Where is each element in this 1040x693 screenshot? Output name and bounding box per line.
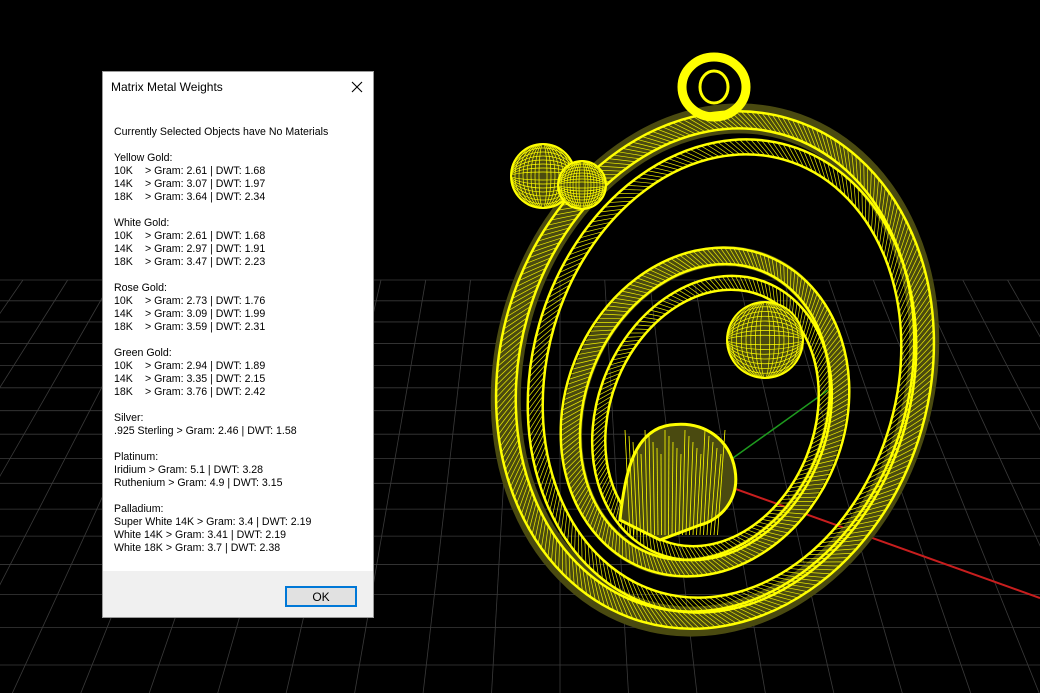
- weight-row-value: > Gram: 2.94 | DWT: 1.89: [145, 360, 266, 372]
- weight-row-value: > Gram: 3.09 | DWT: 1.99: [145, 308, 266, 320]
- metal-group: Platinum: Iridium > Gram: 5.1 | DWT: 3.28…: [114, 451, 367, 490]
- weight-row: 10K > Gram: 2.61 | DWT: 1.68: [114, 230, 367, 243]
- grid-line: [962, 279, 1040, 431]
- weight-row-label: White 18K: [114, 542, 163, 554]
- weight-row: Ruthenium > Gram: 4.9 | DWT: 3.15: [114, 477, 367, 490]
- weight-row: 14K > Gram: 3.07 | DWT: 1.97: [114, 178, 367, 191]
- weight-row-label: Iridium: [114, 464, 146, 476]
- metal-group-heading: Platinum:: [114, 451, 159, 463]
- weight-row-label: 10K: [114, 230, 133, 242]
- weight-row-value: > Gram: 3.41 | DWT: 2.19: [165, 529, 287, 541]
- weight-row: 18K > Gram: 3.59 | DWT: 2.31: [114, 321, 367, 334]
- weight-row-value: > Gram: 2.97 | DWT: 1.91: [145, 243, 266, 255]
- weight-row-value: > Gram: 2.46 | DWT: 1.58: [176, 425, 297, 437]
- weight-row: 10K > Gram: 2.73 | DWT: 1.76: [114, 295, 367, 308]
- metal-group-heading: White Gold:: [114, 217, 170, 229]
- weight-row-value: > Gram: 3.59 | DWT: 2.31: [145, 321, 266, 333]
- metal-group-heading: Silver:: [114, 412, 144, 424]
- weight-row: 18K > Gram: 3.76 | DWT: 2.42: [114, 386, 367, 399]
- weight-row-label: 18K: [114, 191, 133, 203]
- metal-group-heading: Green Gold:: [114, 347, 172, 359]
- grid-line: [0, 279, 24, 315]
- weight-row-value: > Gram: 3.4 | DWT: 2.19: [197, 516, 312, 528]
- weight-row-value: > Gram: 2.61 | DWT: 1.68: [145, 165, 266, 177]
- inner-ring-inner: [590, 274, 834, 562]
- weight-row-label: Super White 14K: [114, 516, 195, 528]
- weight-row-label: 14K: [114, 243, 133, 255]
- metal-group: Rose Gold: 10K > Gram: 2.73 | DWT: 1.76 14K…: [114, 282, 367, 334]
- weight-row-label: 14K: [114, 308, 133, 320]
- weight-row-value: > Gram: 5.1 | DWT: 3.28: [148, 464, 264, 476]
- weight-row-value: > Gram: 3.07 | DWT: 1.97: [145, 178, 266, 190]
- metal-group: Green Gold: 10K > Gram: 2.94 | DWT: 1.89 14…: [114, 347, 367, 399]
- weight-row-value: > Gram: 3.35 | DWT: 2.15: [145, 373, 266, 385]
- weight-row: 10K > Gram: 2.61 | DWT: 1.68: [114, 165, 367, 178]
- weight-row-label: 18K: [114, 256, 133, 268]
- weight-row-value: > Gram: 2.73 | DWT: 1.76: [145, 295, 266, 307]
- weight-row-label: 18K: [114, 386, 133, 398]
- metal-group-heading: Palladium:: [114, 503, 164, 515]
- weight-row-value: > Gram: 3.64 | DWT: 2.34: [145, 191, 266, 203]
- metal-group-heading: Yellow Gold:: [114, 152, 173, 164]
- weight-row-label: 14K: [114, 178, 133, 190]
- weight-row: .925 Sterling > Gram: 2.46 | DWT: 1.58: [114, 425, 367, 438]
- weight-row-value: > Gram: 3.47 | DWT: 2.23: [145, 256, 266, 268]
- status-message: Currently Selected Objects have No Mater…: [114, 126, 329, 138]
- center-hook: [618, 422, 738, 542]
- metal-weights-dialog: Matrix Metal Weights Currently Selected …: [102, 71, 374, 618]
- metal-group-heading: Rose Gold:: [114, 282, 167, 294]
- dialog-body: Currently Selected Objects have No Mater…: [114, 126, 367, 568]
- weight-row-label: 10K: [114, 165, 133, 177]
- weight-row: 18K > Gram: 3.64 | DWT: 2.34: [114, 191, 367, 204]
- grid-line: [0, 279, 113, 477]
- weight-row-label: 10K: [114, 360, 133, 372]
- weight-row-label: 18K: [114, 321, 133, 333]
- weight-row-label: 10K: [114, 295, 133, 307]
- weight-row: 10K > Gram: 2.94 | DWT: 1.89: [114, 360, 367, 373]
- weight-row-label: 14K: [114, 373, 133, 385]
- pendant-wireframe-model[interactable]: [436, 52, 994, 681]
- weight-row: 14K > Gram: 3.09 | DWT: 1.99: [114, 308, 367, 321]
- grid-line: [422, 279, 471, 693]
- metal-group: Palladium: Super White 14K > Gram: 3.4 | …: [114, 503, 367, 555]
- weight-row-value: > Gram: 2.61 | DWT: 1.68: [145, 230, 266, 242]
- close-button[interactable]: [345, 76, 369, 98]
- weight-row: 18K > Gram: 3.47 | DWT: 2.23: [114, 256, 367, 269]
- ok-button[interactable]: OK: [285, 586, 357, 607]
- sphere-right: [726, 301, 804, 379]
- sphere-left-small: [557, 160, 607, 210]
- metal-groups: Yellow Gold: 10K > Gram: 2.61 | DWT: 1.68 1…: [114, 152, 367, 555]
- weight-row-label: .925 Sterling: [114, 425, 174, 437]
- weight-row: Iridium > Gram: 5.1 | DWT: 3.28: [114, 464, 367, 477]
- weight-row-label: White 14K: [114, 529, 163, 541]
- weight-row: 14K > Gram: 2.97 | DWT: 1.91: [114, 243, 367, 256]
- weight-row-value: > Gram: 3.76 | DWT: 2.42: [145, 386, 266, 398]
- weight-row-label: Ruthenium: [114, 477, 166, 489]
- dialog-title: Matrix Metal Weights: [111, 80, 223, 94]
- weight-row-value: > Gram: 4.9 | DWT: 3.15: [168, 477, 283, 489]
- weight-row: Super White 14K > Gram: 3.4 | DWT: 2.19: [114, 516, 367, 529]
- metal-group: Silver: .925 Sterling > Gram: 2.46 | DWT:…: [114, 412, 367, 438]
- metal-group: White Gold: 10K > Gram: 2.61 | DWT: 1.68 14…: [114, 217, 367, 269]
- weight-row: White 18K > Gram: 3.7 | DWT: 2.38: [114, 542, 367, 555]
- close-icon: [351, 81, 363, 93]
- weight-row: 14K > Gram: 3.35 | DWT: 2.15: [114, 373, 367, 386]
- weight-row: White 14K > Gram: 3.41 | DWT: 2.19: [114, 529, 367, 542]
- grid-line: [0, 279, 69, 389]
- weight-row-value: > Gram: 3.7 | DWT: 2.38: [165, 542, 281, 554]
- metal-group: Yellow Gold: 10K > Gram: 2.61 | DWT: 1.68 1…: [114, 152, 367, 204]
